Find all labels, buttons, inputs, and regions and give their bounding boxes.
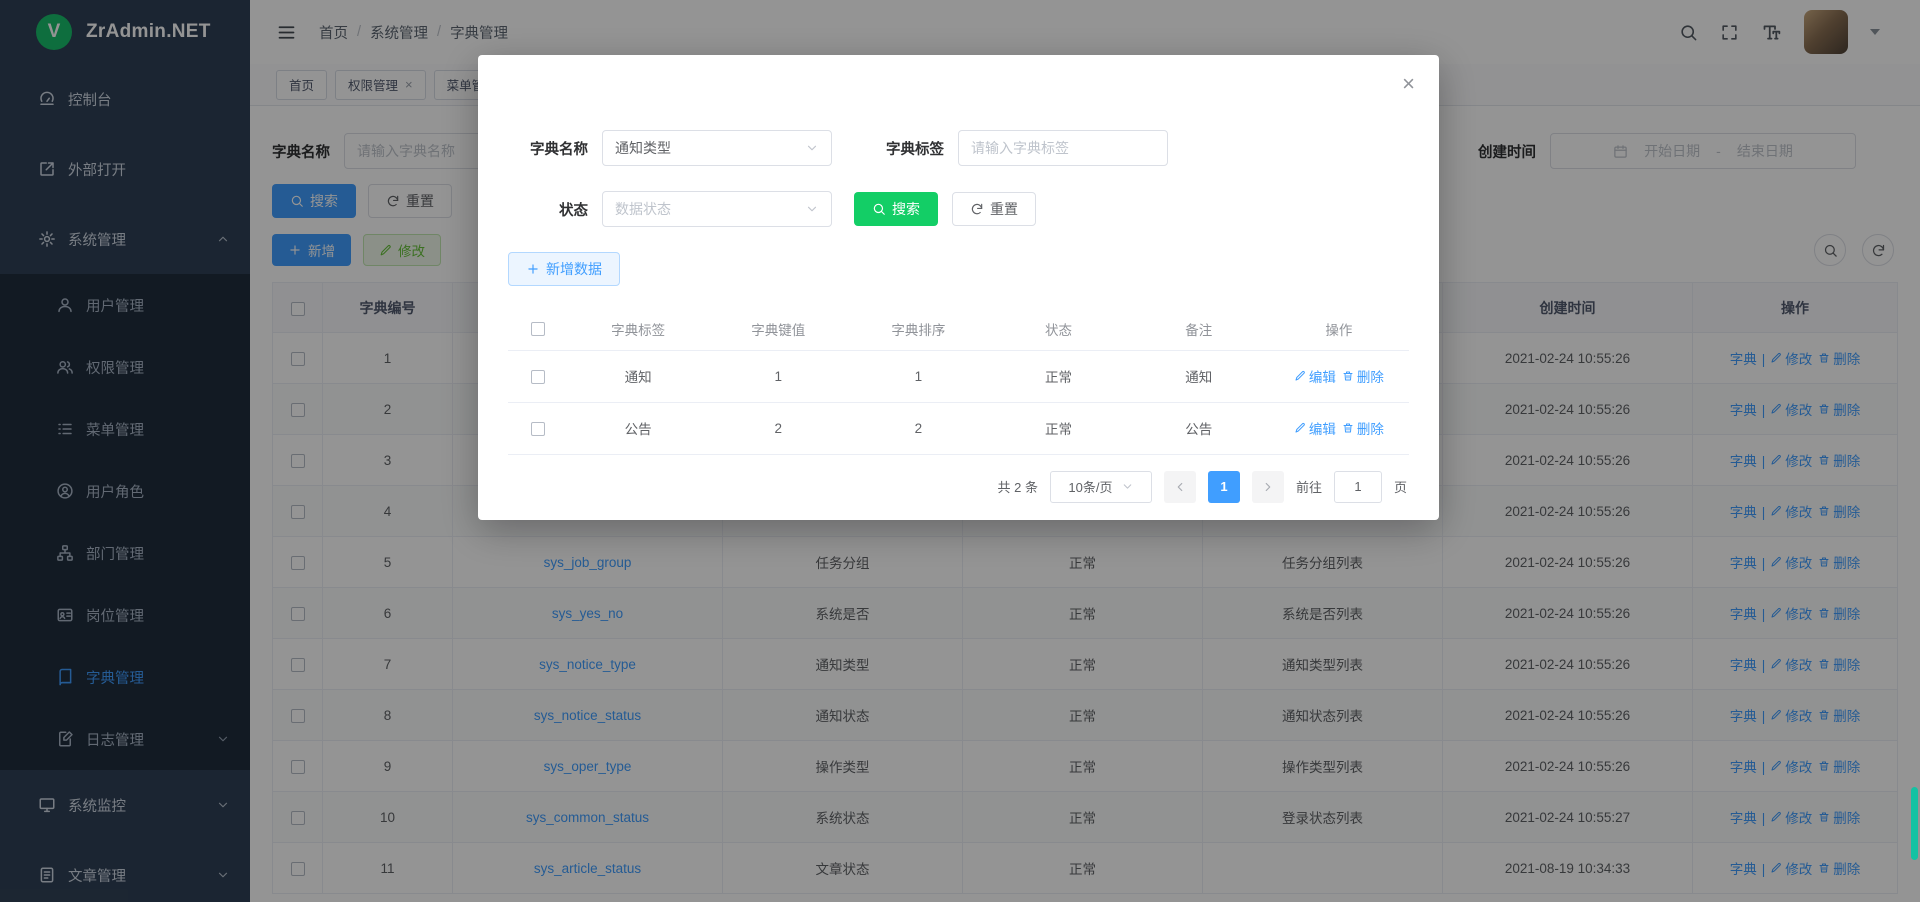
delete-link[interactable]: 删除	[1342, 418, 1384, 438]
modal-status-label: 状态	[508, 199, 588, 220]
add-data-label: 新增数据	[546, 259, 602, 279]
modal-dict-name-label: 字典名称	[508, 138, 588, 159]
dict-data-dialog: × 字典名称 通知类型 字典标签 请输入字典标签 状态 数据状态 搜索	[478, 55, 1439, 520]
col-dict-sort: 字典排序	[848, 308, 988, 350]
modal-reset-label: 重置	[990, 199, 1018, 219]
page-suffix: 页	[1394, 477, 1407, 496]
cell-dict-label: 通知	[568, 350, 708, 402]
goto-page-input[interactable]	[1334, 471, 1382, 503]
refresh-icon	[970, 202, 984, 216]
cell-dict-value: 2	[708, 402, 848, 454]
cell-dict-label: 公告	[568, 402, 708, 454]
col-dict-value: 字典键值	[708, 308, 848, 350]
modal-search-button[interactable]: 搜索	[854, 192, 938, 226]
modal-reset-button[interactable]: 重置	[952, 192, 1036, 226]
col-status: 状态	[988, 308, 1128, 350]
select-all-checkbox[interactable]	[531, 322, 545, 336]
chevron-left-icon	[1173, 480, 1187, 494]
plus-icon	[526, 262, 540, 276]
row-checkbox[interactable]	[531, 422, 545, 436]
dict-data-table: 字典标签 字典键值 字典排序 状态 备注 操作 通知11正常通知编辑删除公告22…	[508, 308, 1409, 455]
modal-search-label: 搜索	[892, 199, 920, 219]
chevron-down-icon	[805, 202, 819, 216]
cell-dict-value: 1	[708, 350, 848, 402]
next-page-button[interactable]	[1252, 471, 1284, 503]
col-remark: 备注	[1129, 308, 1269, 350]
modal-status-select[interactable]: 数据状态	[602, 191, 832, 227]
modal-status-placeholder: 数据状态	[615, 199, 671, 219]
cell-status: 正常	[988, 350, 1128, 402]
total-count: 共 2 条	[998, 477, 1038, 496]
modal-dict-name-select[interactable]: 通知类型	[602, 130, 832, 166]
modal-table-body: 通知11正常通知编辑删除公告22正常公告编辑删除	[508, 350, 1409, 454]
cell-remark: 公告	[1129, 402, 1269, 454]
delete-link[interactable]: 删除	[1342, 366, 1384, 386]
search-icon	[872, 202, 886, 216]
goto-label: 前往	[1296, 477, 1322, 496]
page-size-select[interactable]: 10条/页	[1050, 471, 1152, 503]
modal-dict-label-label: 字典标签	[864, 138, 944, 159]
chevron-down-icon	[1121, 480, 1134, 493]
table-row: 公告22正常公告编辑删除	[508, 402, 1409, 454]
edit-link[interactable]: 编辑	[1294, 418, 1336, 438]
cell-dict-sort: 2	[848, 402, 988, 454]
modal-table-header-row: 字典标签 字典键值 字典排序 状态 备注 操作	[508, 308, 1409, 350]
add-data-button[interactable]: 新增数据	[508, 252, 620, 286]
col-dict-label: 字典标签	[568, 308, 708, 350]
cell-remark: 通知	[1129, 350, 1269, 402]
scrollbar-thumb[interactable]	[1911, 787, 1918, 860]
pagination: 共 2 条 10条/页 1 前往 页	[508, 471, 1409, 503]
edit-link[interactable]: 编辑	[1294, 366, 1336, 386]
chevron-right-icon	[1261, 480, 1275, 494]
cell-dict-sort: 1	[848, 350, 988, 402]
col-operations: 操作	[1269, 308, 1409, 350]
cell-status: 正常	[988, 402, 1128, 454]
chevron-down-icon	[805, 141, 819, 155]
prev-page-button[interactable]	[1164, 471, 1196, 503]
current-page[interactable]: 1	[1208, 471, 1240, 503]
modal-dict-label-placeholder: 请输入字典标签	[971, 138, 1069, 158]
table-row: 通知11正常通知编辑删除	[508, 350, 1409, 402]
modal-dict-name-value: 通知类型	[615, 138, 671, 158]
close-icon[interactable]: ×	[1402, 73, 1415, 95]
page-size-value: 10条/页	[1068, 477, 1112, 496]
row-checkbox[interactable]	[531, 370, 545, 384]
modal-dict-label-input[interactable]: 请输入字典标签	[958, 130, 1168, 166]
modal-filter-form: 字典名称 通知类型 字典标签 请输入字典标签 状态 数据状态 搜索 重置	[508, 55, 1409, 227]
